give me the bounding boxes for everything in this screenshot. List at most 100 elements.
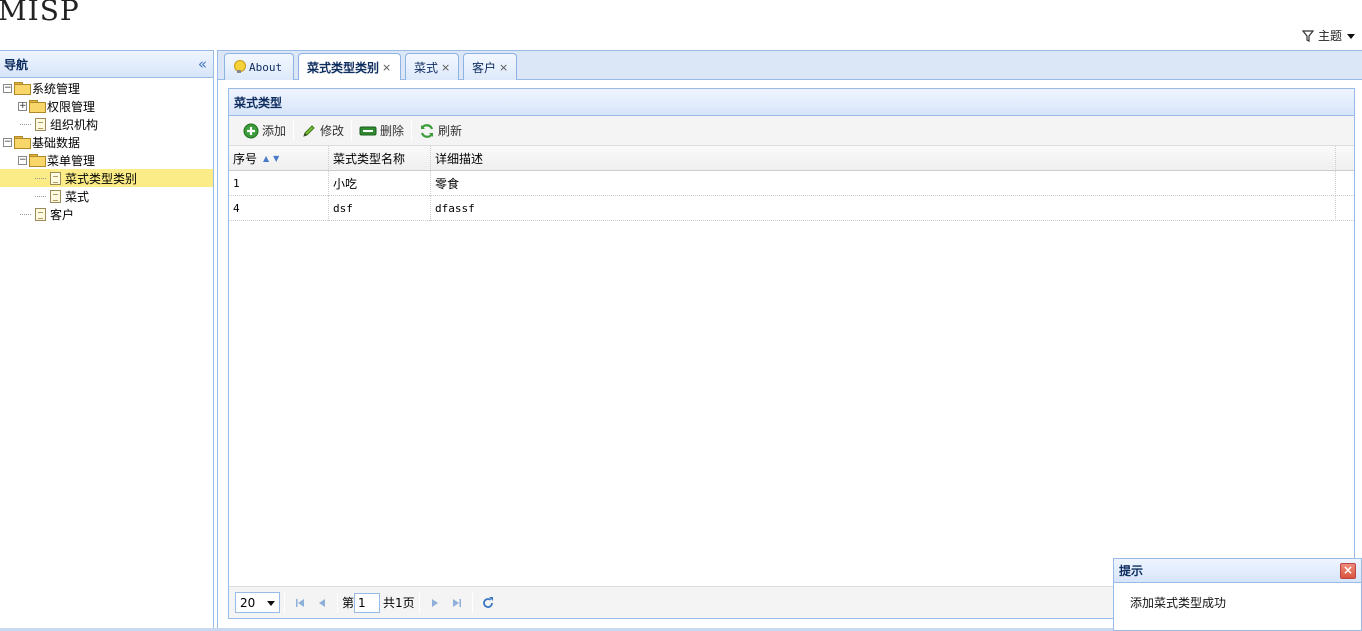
- tab-strip: About 菜式类型类别 × 菜式 × 客户 ×: [217, 50, 1362, 81]
- tree-node-permission-management[interactable]: + 权限管理: [0, 97, 213, 115]
- tab-label: 菜式: [414, 60, 439, 75]
- file-icon: [50, 189, 61, 203]
- nav-header: 导航 «: [0, 51, 213, 78]
- last-page-button[interactable]: [446, 592, 468, 614]
- caret-down-icon: [267, 600, 275, 606]
- add-button[interactable]: 添加: [237, 119, 292, 143]
- table-cell: dfassf: [431, 196, 1336, 221]
- tree-node-dish-type-category[interactable]: 菜式类型类别: [0, 169, 213, 187]
- add-icon: [243, 123, 259, 138]
- tree-node-system-management[interactable]: − 系统管理: [0, 79, 213, 97]
- refresh-button-label: 刷新: [438, 124, 463, 138]
- toolbar-separator: [411, 120, 413, 141]
- page-number-input[interactable]: [354, 592, 381, 613]
- file-icon: [35, 117, 46, 131]
- folder-open-icon: [29, 154, 46, 167]
- delete-button[interactable]: 删除: [353, 119, 410, 143]
- table-row[interactable]: 4 dsf dfassf: [229, 196, 1354, 221]
- file-icon: [35, 207, 46, 221]
- tree-node-label: 权限管理: [47, 99, 96, 114]
- column-header-description[interactable]: 详细描述: [431, 146, 1336, 171]
- tree-node-dish[interactable]: 菜式: [0, 187, 213, 205]
- page-size-select[interactable]: 20: [235, 592, 280, 613]
- toolbar-separator: [293, 120, 295, 141]
- next-page-icon: [431, 598, 438, 607]
- collapse-left-icon[interactable]: «: [198, 56, 207, 72]
- close-icon[interactable]: ×: [1340, 562, 1356, 579]
- tab-label: 客户: [472, 60, 497, 75]
- toast-header: 提示 ×: [1114, 559, 1361, 583]
- first-page-icon: [296, 598, 304, 607]
- tree-connector: [35, 170, 46, 179]
- add-button-label: 添加: [262, 124, 287, 138]
- panel-title: 菜式类型: [229, 89, 1354, 116]
- edit-button[interactable]: 修改: [295, 119, 350, 143]
- caret-down-icon: [1347, 33, 1355, 39]
- toast-message: 添加菜式类型成功: [1130, 596, 1227, 610]
- data-grid: 序号 ▲▼ 菜式类型名称 详细描述 1 小吃 零食 4 dsf dfassf: [229, 146, 1354, 221]
- table-cell: 4: [229, 196, 329, 221]
- column-header-name[interactable]: 菜式类型名称: [329, 146, 431, 171]
- reload-icon: [482, 596, 493, 608]
- bulb-icon: [233, 60, 246, 74]
- tree-collapse-icon[interactable]: −: [18, 155, 27, 165]
- page-size-value: 20: [240, 595, 256, 610]
- folder-open-icon: [14, 136, 31, 149]
- tree-connector: [20, 206, 31, 215]
- tree-node-label: 菜单管理: [47, 153, 96, 168]
- first-page-button[interactable]: [289, 592, 311, 614]
- table-cell: 零食: [431, 171, 1336, 196]
- column-header-index[interactable]: 序号 ▲▼: [229, 146, 329, 171]
- tree-node-label: 菜式: [65, 189, 90, 204]
- table-row[interactable]: 1 小吃 零食: [229, 171, 1354, 196]
- table-cell: 小吃: [329, 171, 431, 196]
- tab-dish[interactable]: 菜式 ×: [405, 53, 459, 80]
- reload-button[interactable]: [477, 592, 499, 614]
- total-pages: 共1页: [383, 596, 415, 610]
- close-icon[interactable]: ×: [441, 61, 450, 74]
- tab-customer[interactable]: 客户 ×: [463, 53, 517, 80]
- page-prefix: 第: [342, 596, 355, 610]
- sort-icon[interactable]: ▲▼: [263, 154, 283, 163]
- refresh-icon: [421, 123, 434, 138]
- tree-node-customer[interactable]: 客户: [0, 205, 213, 223]
- nav-tree: − 系统管理 + 权限管理 组织机构 − 基础数据 − 菜单管理 菜式类型类别: [0, 78, 213, 223]
- folder-open-icon: [14, 82, 31, 95]
- column-header-label: 菜式类型名称: [333, 152, 406, 166]
- toast-title: 提示: [1119, 564, 1144, 578]
- pager-separator: [471, 592, 473, 613]
- file-icon: [50, 171, 61, 185]
- tree-collapse-icon[interactable]: −: [3, 83, 12, 93]
- dish-type-panel: 菜式类型 添加 修改 删除 刷新 序号 ▲▼ 菜式类型名称 详细描述 1 小吃 …: [228, 88, 1355, 619]
- remove-icon: [359, 126, 377, 135]
- grid-header: 序号 ▲▼ 菜式类型名称 详细描述: [229, 146, 1354, 171]
- tab-about[interactable]: About: [224, 53, 294, 80]
- column-header-label: 序号: [233, 152, 258, 166]
- tree-node-label: 客户: [50, 207, 75, 222]
- delete-button-label: 删除: [380, 124, 405, 138]
- prev-page-button[interactable]: [311, 592, 333, 614]
- tree-node-label: 组织机构: [50, 117, 99, 132]
- tree-expand-icon[interactable]: +: [18, 101, 27, 111]
- tree-node-organization[interactable]: 组织机构: [0, 115, 213, 133]
- tree-node-menu-management[interactable]: − 菜单管理: [0, 151, 213, 169]
- table-cell: 1: [229, 171, 329, 196]
- tab-dish-type-category[interactable]: 菜式类型类别 ×: [298, 53, 401, 81]
- tree-collapse-icon[interactable]: −: [3, 137, 12, 147]
- refresh-button[interactable]: 刷新: [413, 119, 468, 143]
- close-icon[interactable]: ×: [499, 61, 508, 74]
- filter-icon: [1301, 29, 1314, 42]
- theme-menu-label: 主题: [1317, 29, 1342, 43]
- app-title: MISP: [0, 0, 80, 27]
- tab-label: 菜式类型类别: [307, 61, 380, 75]
- next-page-button[interactable]: [424, 592, 446, 614]
- toolbar-separator: [351, 120, 353, 141]
- nav-title: 导航: [4, 57, 29, 72]
- theme-menu[interactable]: 主题: [1301, 27, 1356, 44]
- column-header-label: 详细描述: [435, 152, 484, 166]
- folder-icon: [29, 100, 46, 113]
- tree-node-basic-data[interactable]: − 基础数据: [0, 133, 213, 151]
- tree-connector: [35, 188, 46, 197]
- close-icon[interactable]: ×: [382, 61, 391, 74]
- pager-separator: [337, 592, 338, 613]
